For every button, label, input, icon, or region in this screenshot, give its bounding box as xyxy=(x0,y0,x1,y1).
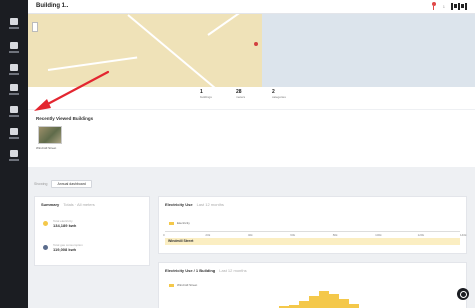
x-axis-tick: 140k xyxy=(460,233,467,237)
settings-icon xyxy=(10,106,18,113)
x-axis-tick: 100k xyxy=(375,233,382,237)
electricity-by-building-card: Electricity Use / 1 Building Last 12 mont… xyxy=(158,262,467,308)
filter-label: Showing xyxy=(34,182,48,186)
dashboard-filter: Showing Annual dashboard xyxy=(34,180,92,188)
legend-swatch xyxy=(169,283,174,287)
help-chat-button[interactable] xyxy=(457,288,469,300)
map-water xyxy=(262,14,475,87)
chart-axis xyxy=(165,231,460,232)
sidebar xyxy=(0,0,28,308)
chart-bar[interactable] xyxy=(309,296,319,308)
sidebar-item-settings[interactable] xyxy=(6,106,22,120)
sidebar-item-document[interactable] xyxy=(6,128,22,142)
x-axis-tick: 60k xyxy=(290,233,296,237)
map-land xyxy=(28,14,262,87)
legend-swatch xyxy=(169,221,174,225)
recently-viewed-title: Recently Viewed Buildings xyxy=(36,116,94,121)
sidebar-item-grid[interactable] xyxy=(6,42,22,56)
chart-bar[interactable] xyxy=(329,293,339,308)
location-pin-icon[interactable] xyxy=(431,2,437,10)
table-icon xyxy=(10,84,18,91)
page-title: Building 1.. xyxy=(36,3,69,9)
sidebar-item-chart[interactable] xyxy=(6,64,22,78)
top-bar: Building 1.. 1 xyxy=(28,0,475,14)
chart-icon xyxy=(10,64,18,71)
electricity-use-title: Electricity Use Last 12 months xyxy=(165,202,224,207)
electricity-bar[interactable]: Windmill Street xyxy=(165,238,460,245)
summary-card: Summary Totals · All meters Total electri… xyxy=(34,196,150,266)
chart-bar[interactable] xyxy=(299,301,309,308)
recently-viewed-panel: Recently Viewed Buildings Windmill Stree… xyxy=(28,109,475,167)
summary-row: Total electricity 134,189 kwh xyxy=(43,219,76,228)
map-zoom-control[interactable] xyxy=(32,22,38,32)
chart-bar[interactable] xyxy=(319,291,329,308)
electricity-legend: Electricity xyxy=(169,221,190,225)
x-axis-tick: 20k xyxy=(205,233,211,237)
home-icon xyxy=(10,18,18,25)
stats-bar: 1 buildings 28 meters 2 categories xyxy=(28,87,475,109)
chart-bar[interactable] xyxy=(349,303,359,308)
x-axis-tick: 120k xyxy=(417,233,425,237)
location-map[interactable] xyxy=(28,14,475,87)
x-axis-tick: 40k xyxy=(247,233,253,237)
gas-icon xyxy=(43,245,48,250)
summary-row: Total gas consumption 119,008 kwh xyxy=(43,243,83,252)
header-count: 1 xyxy=(442,3,445,9)
sidebar-item-table[interactable] xyxy=(6,84,22,98)
summary-title: Summary Totals · All meters xyxy=(41,202,95,207)
dashboard-select[interactable]: Annual dashboard xyxy=(51,180,92,188)
electricity-use-card: Electricity Use Last 12 months Electricit… xyxy=(158,196,467,254)
electricity-by-building-title: Electricity Use / 1 Building Last 12 mont… xyxy=(165,268,247,273)
brand-logo xyxy=(451,2,467,10)
chart-bar[interactable] xyxy=(339,298,349,308)
grid-icon xyxy=(10,42,18,49)
building-legend: Windmill Street xyxy=(169,283,197,287)
stat-buildings: 1 buildings xyxy=(200,89,212,99)
sidebar-item-user[interactable] xyxy=(6,150,22,164)
user-icon xyxy=(10,150,18,157)
stat-categories: 2 categories xyxy=(272,89,286,99)
document-icon xyxy=(10,128,18,135)
stat-meters: 28 meters xyxy=(236,89,246,99)
building-thumbnail[interactable] xyxy=(38,126,62,144)
x-axis-tick: 80k xyxy=(332,233,338,237)
building-thumbnail-caption[interactable]: Windmill Street xyxy=(36,146,56,150)
electricity-icon xyxy=(43,221,48,226)
map-marker-icon[interactable] xyxy=(254,42,258,46)
x-axis-tick: 0 xyxy=(163,233,165,237)
sidebar-item-home[interactable] xyxy=(6,18,22,32)
